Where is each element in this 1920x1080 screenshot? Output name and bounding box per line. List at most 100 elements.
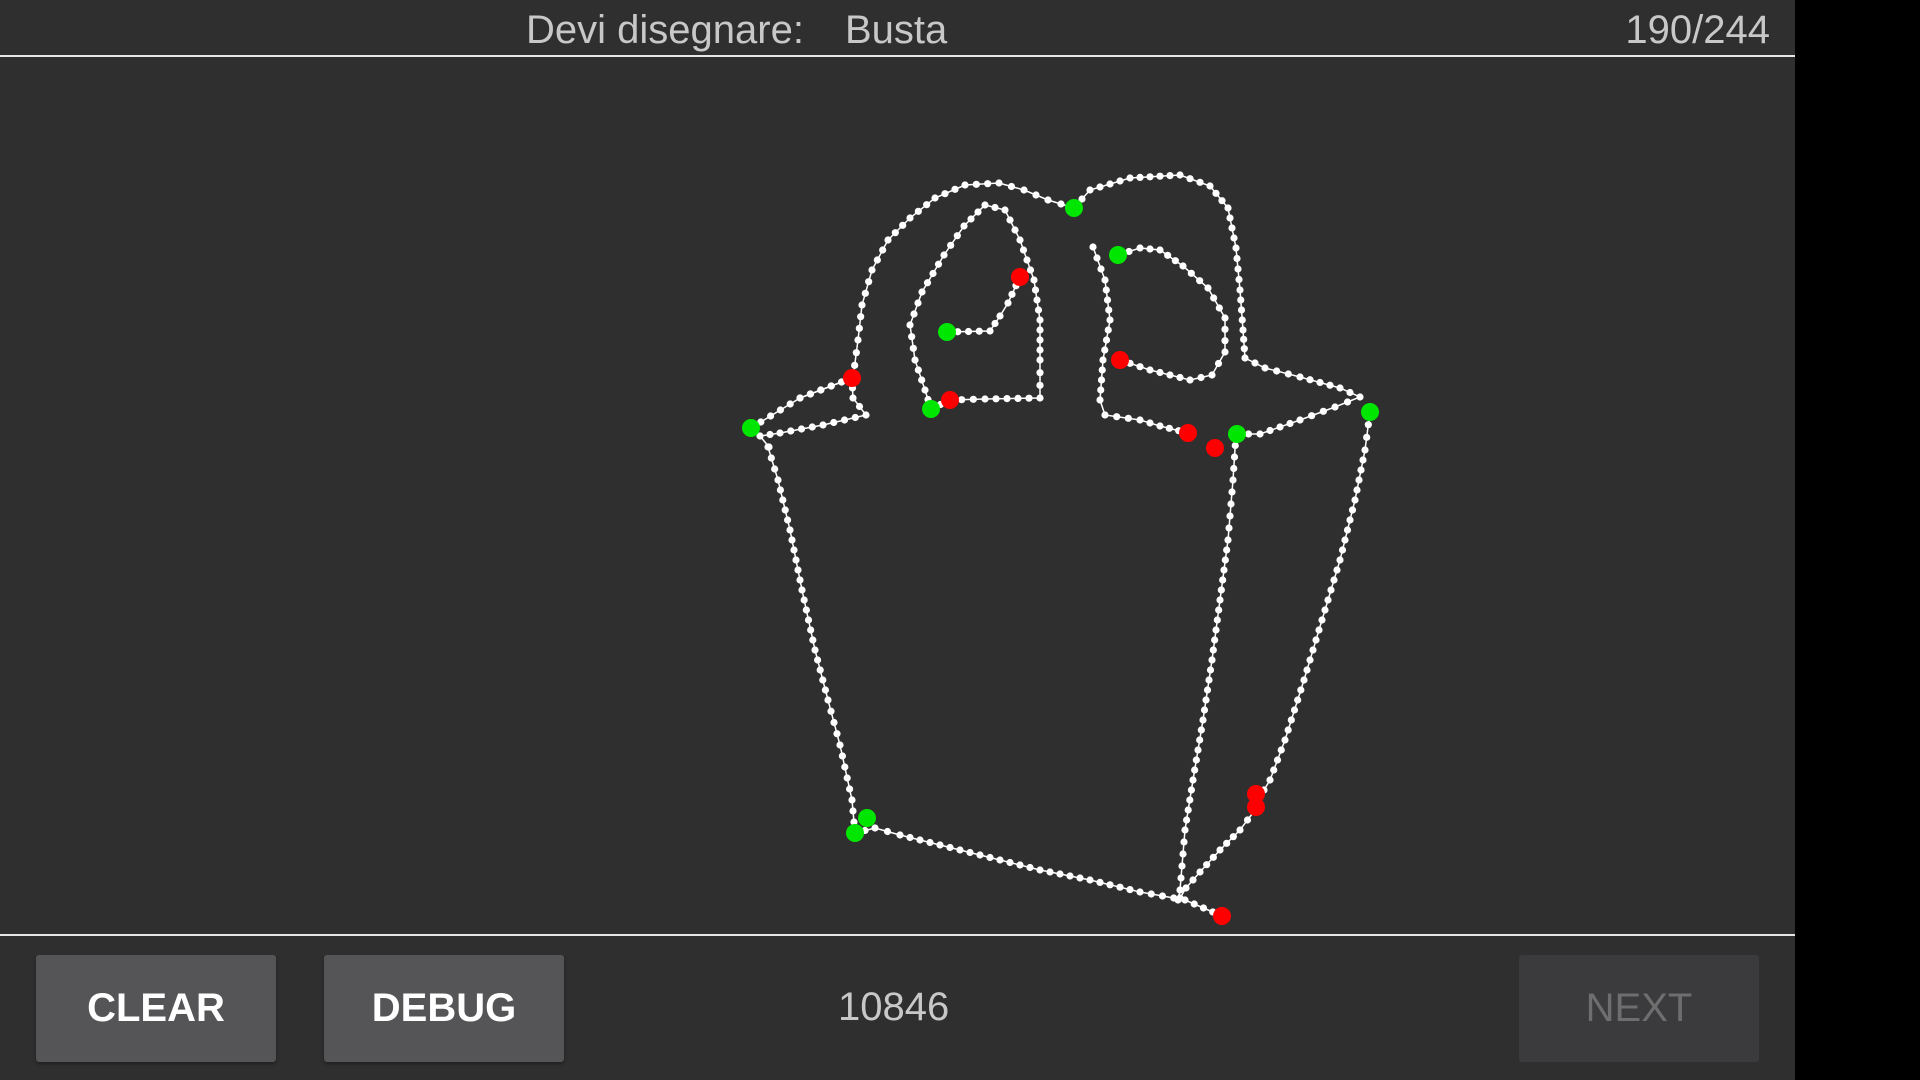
stroke-point [1098, 366, 1106, 374]
stroke-point [1315, 626, 1323, 634]
stroke-point [1266, 426, 1274, 435]
stroke-point [1221, 556, 1229, 564]
stroke-point [767, 412, 775, 420]
stroke-point [1241, 354, 1249, 362]
stroke-point [1316, 378, 1324, 387]
stroke-point [819, 421, 827, 429]
header-bar: Devi disegnare: Busta 190/244 [0, 0, 1795, 57]
stroke-point [808, 423, 816, 431]
stroke-point [960, 222, 968, 230]
stroke-point [914, 207, 922, 215]
stroke-point [1203, 686, 1212, 694]
stroke-point [1181, 826, 1189, 834]
stroke-point [1180, 838, 1188, 846]
stroke-point [841, 763, 849, 771]
stroke-point [1357, 466, 1365, 474]
stroke-point [1277, 746, 1285, 754]
stroke-point [1236, 826, 1244, 834]
stroke-end-marker [1206, 439, 1224, 457]
stroke-point [787, 427, 795, 435]
stroke-point [1189, 776, 1197, 784]
stroke-point [986, 853, 994, 862]
stroke-point [1105, 306, 1113, 314]
stroke-point [1166, 172, 1174, 180]
stroke-point [896, 831, 904, 839]
stroke-point [779, 496, 787, 504]
stroke-point [1240, 345, 1248, 353]
stroke-point [1097, 265, 1105, 273]
stroke-point [984, 180, 992, 188]
stroke-point [1146, 366, 1154, 374]
stroke-point [1066, 872, 1074, 880]
debug-button[interactable]: DEBUG [324, 955, 564, 1062]
stroke-point [1116, 177, 1124, 185]
stroke-point [1006, 216, 1014, 224]
stroke-point [1113, 413, 1121, 421]
stroke-point [1297, 686, 1305, 694]
stroke-point [1004, 299, 1012, 307]
stroke-point [786, 400, 794, 408]
stroke-point [1165, 424, 1173, 432]
sketch-strokes [742, 171, 1379, 925]
stroke-point [936, 841, 944, 849]
stroke-point [1224, 204, 1232, 212]
stroke-point [776, 486, 785, 494]
stroke-point [1136, 888, 1144, 896]
stroke-point [1032, 191, 1040, 199]
stroke-point [1351, 496, 1359, 504]
stroke-point [1287, 716, 1295, 724]
stroke-point [843, 774, 851, 782]
stroke-point [1336, 556, 1344, 564]
stroke-point [1199, 904, 1208, 912]
stroke-point [879, 246, 887, 254]
stroke-point [1296, 416, 1304, 424]
stroke-point [918, 288, 926, 296]
stroke-point [1147, 890, 1155, 898]
stroke-point [1355, 476, 1363, 484]
stroke-point [1346, 516, 1354, 524]
stroke-point [1026, 863, 1034, 872]
stroke-point [1331, 403, 1339, 411]
stroke-point [1025, 394, 1033, 402]
stroke-point [1034, 306, 1043, 314]
stroke-point [906, 833, 914, 842]
stroke-point [1359, 456, 1367, 464]
stroke-point [816, 666, 824, 674]
stroke-point [1224, 536, 1232, 544]
stroke-point [827, 707, 835, 715]
stroke-point [1300, 676, 1308, 684]
stroke-point [857, 313, 865, 321]
stroke-point [784, 516, 792, 524]
stroke-point [929, 269, 937, 278]
stroke-point [1230, 234, 1238, 242]
stroke-point [1126, 886, 1134, 894]
stroke-point [909, 344, 917, 352]
next-button[interactable]: NEXT [1519, 955, 1759, 1062]
stroke-point [1327, 586, 1335, 594]
stroke-point [1156, 172, 1164, 180]
clear-button[interactable]: CLEAR [36, 955, 276, 1062]
stroke-point [1190, 900, 1198, 908]
stroke-point [830, 718, 838, 727]
stroke-point [781, 506, 789, 514]
footer-bar: CLEAR DEBUG 10846 NEXT [0, 934, 1795, 1080]
stroke-point [995, 179, 1003, 187]
progress-counter: 190/244 [1625, 8, 1770, 52]
stroke-point [774, 476, 782, 484]
stroke-point [967, 215, 975, 223]
stroke-point [1014, 394, 1022, 402]
stroke-point [852, 349, 860, 357]
stroke-point [1216, 846, 1224, 854]
stroke-point [969, 395, 977, 403]
stroke-point [871, 824, 879, 832]
stroke-point [1019, 246, 1028, 254]
drawing-canvas[interactable] [0, 57, 1795, 934]
prompt-label: Devi disegnare: [526, 8, 804, 52]
stroke-point [1200, 706, 1209, 714]
stroke-point [953, 232, 961, 240]
stroke-point [1036, 369, 1044, 377]
stroke-point [1237, 296, 1245, 304]
stroke-point [1016, 236, 1024, 244]
stroke-point [771, 465, 779, 473]
stroke-start-marker [1109, 246, 1127, 264]
